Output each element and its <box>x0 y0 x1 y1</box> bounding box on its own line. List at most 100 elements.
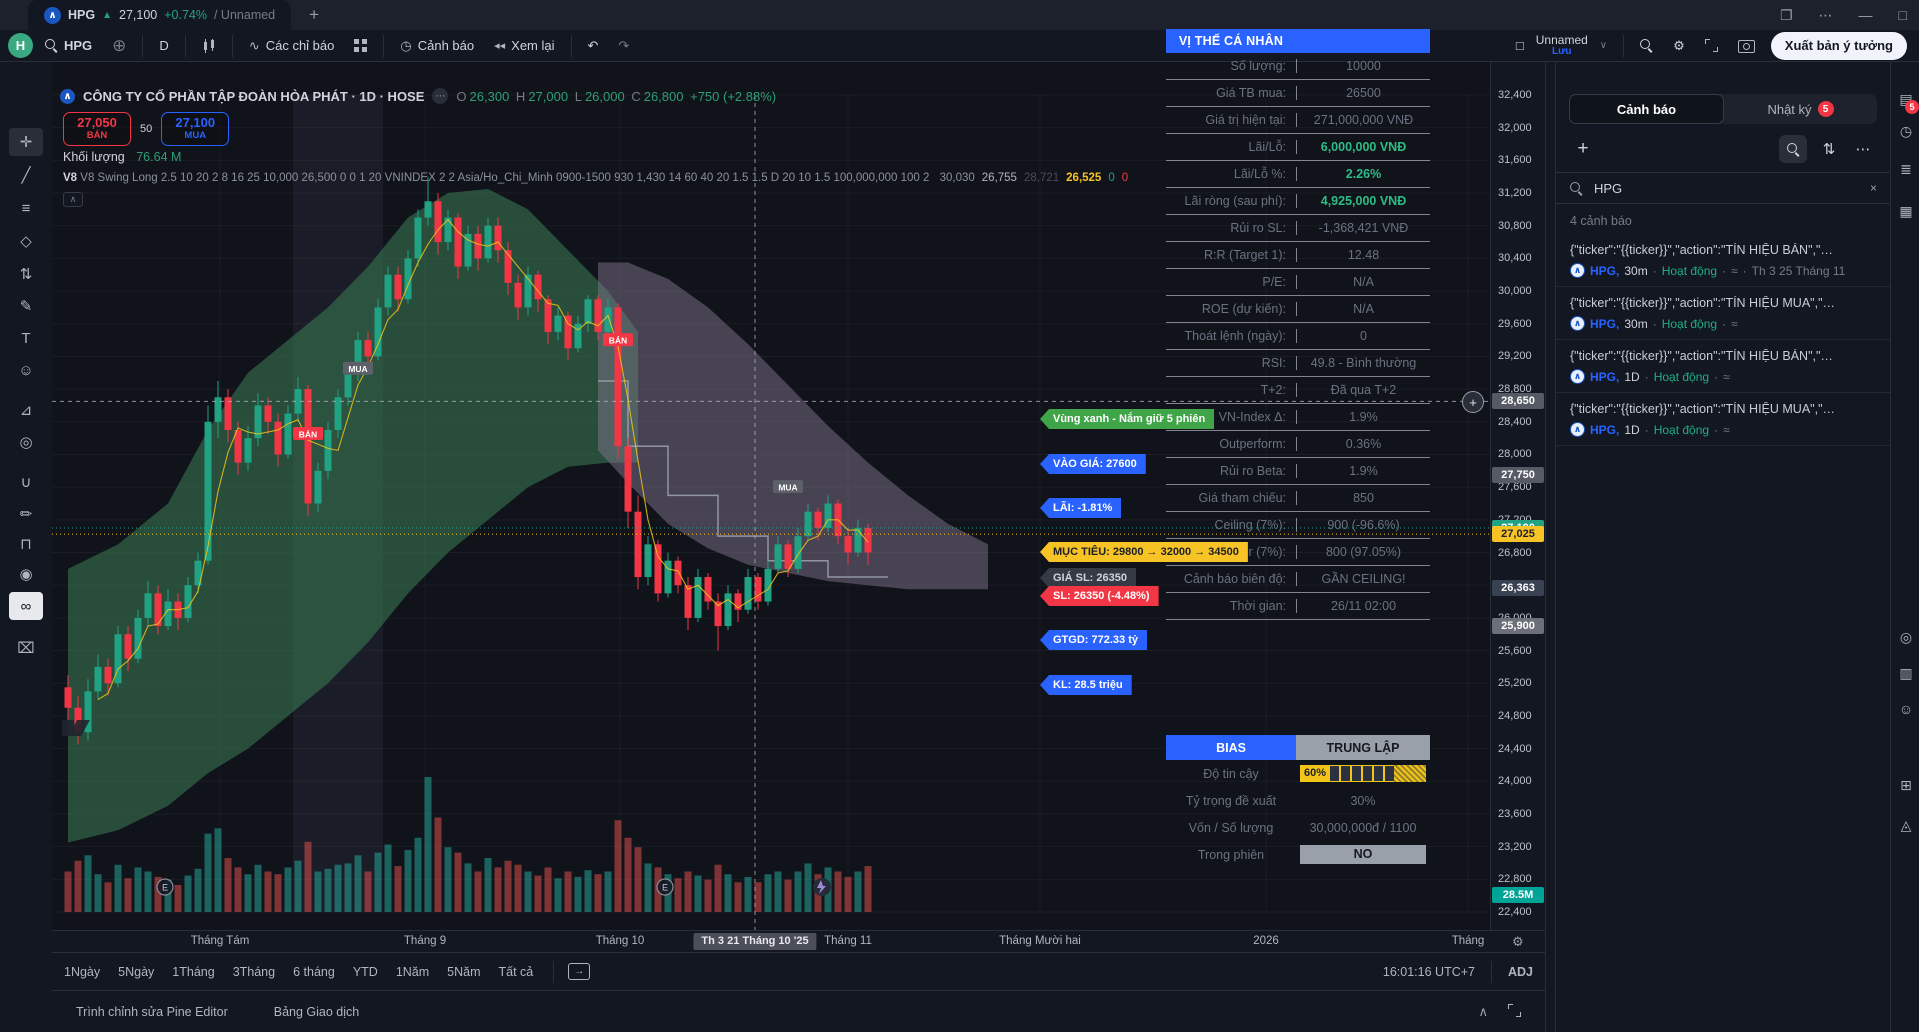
hotlists-icon[interactable]: ▦ <box>1895 200 1917 222</box>
signal-flag[interactable]: KL: 28.5 triệu <box>1040 675 1132 695</box>
fib-retracement-tool-icon[interactable]: ≡ <box>9 194 43 222</box>
pattern-tool-icon[interactable]: ◇ <box>9 227 43 255</box>
signal-flag[interactable]: Vùng xanh - Nắm giữ 5 phiên <box>1040 409 1214 429</box>
volume-legend[interactable]: Khối lượng 76.64 M <box>63 150 181 164</box>
magnet-tool-icon[interactable]: ∪ <box>9 468 43 496</box>
buy-button[interactable]: 27,100MUA <box>161 112 229 146</box>
object-tree-icon[interactable]: ◎ <box>1895 626 1917 648</box>
hide-tool-icon[interactable]: ◉ <box>9 560 43 588</box>
chart-style-button[interactable] <box>194 33 224 59</box>
timeframe-ytd[interactable]: YTD <box>353 965 378 979</box>
symbol-search-button[interactable]: HPG <box>37 33 100 59</box>
price-axis[interactable]: 32,40032,00031,60031,20030,80030,40030,0… <box>1490 62 1546 930</box>
axis-settings-gear-icon[interactable]: ⚙ <box>1512 934 1524 950</box>
alert-item[interactable]: {"ticker":"{{ticker}}","action":"TÍN HIỆ… <box>1556 234 1891 287</box>
main-toolbar: H HPG ⊕ D ∿ Các chỉ báo ◷ Cảnh báo ◂◂ Xe… <box>0 30 1919 62</box>
ideas-icon[interactable]: ☺ <box>1895 698 1917 720</box>
timeframe-tấtcả[interactable]: Tất cả <box>499 965 534 979</box>
timeframe-3tháng[interactable]: 3Tháng <box>233 965 275 979</box>
trend-line-tool-icon[interactable]: ╱ <box>9 161 43 189</box>
indicator-templates-button[interactable] <box>346 33 375 59</box>
signal-flag[interactable]: MỤC TIÊU: 29800 → 32000 → 34500 <box>1040 542 1248 562</box>
timeframe-1tháng[interactable]: 1Tháng <box>172 965 214 979</box>
signal-flag[interactable]: GIÁ SL: 26350 <box>1040 568 1136 588</box>
lock-tool-icon[interactable]: ⊓ <box>9 530 43 558</box>
expand-panel-icon[interactable] <box>1508 1004 1521 1020</box>
settings-gear-icon[interactable]: ⚙ <box>1665 33 1693 59</box>
sort-alerts-icon[interactable]: ⇅ <box>1815 135 1843 163</box>
apps-grid-icon[interactable]: ⊞ <box>1895 774 1917 796</box>
legend-more-icon[interactable]: ⋯ <box>432 88 448 104</box>
signal-flag[interactable]: SL: 26350 (-4.48%) <box>1040 586 1159 606</box>
add-alert-plus-button[interactable]: + <box>1462 391 1484 413</box>
timeframe-1ngày[interactable]: 1Ngày <box>64 965 100 979</box>
layout-name-menu[interactable]: Unnamed Lưu <box>1536 34 1588 58</box>
save-layout-link[interactable]: Lưu <box>1552 46 1571 58</box>
trash-tool-icon[interactable]: ⌧ <box>9 634 43 662</box>
undo-button[interactable]: ↶ <box>580 33 607 59</box>
overflow-menu-icon[interactable]: ⋯ <box>1819 7 1833 24</box>
data-window-icon[interactable]: ≣ <box>1895 158 1917 180</box>
avatar[interactable]: H <box>8 33 33 58</box>
alerts-list: {"ticker":"{{ticker}}","action":"TÍN HIỆ… <box>1556 234 1891 446</box>
go-to-date-icon[interactable]: → <box>568 963 590 980</box>
alerts-panel-icon[interactable]: ◷ <box>1895 120 1917 142</box>
fullscreen-icon[interactable] <box>1697 33 1726 59</box>
timeframe-6tháng[interactable]: 6 tháng <box>293 965 335 979</box>
alert-item[interactable]: {"ticker":"{{ticker}}","action":"TÍN HIỆ… <box>1556 340 1891 393</box>
new-tab-button[interactable]: + <box>309 5 319 25</box>
publish-idea-button[interactable]: Xuất bản ý tưởng <box>1771 32 1907 60</box>
signal-flag[interactable]: GTGD: 772.33 tỷ <box>1040 630 1147 650</box>
position-table-header: VỊ THẾ CÁ NHÂN <box>1166 29 1430 53</box>
chevron-down-icon[interactable]: ∨ <box>1592 33 1615 59</box>
maximize-icon[interactable]: □ <box>1899 7 1907 23</box>
signal-flag[interactable]: LÃI: -1.81% <box>1040 498 1121 518</box>
zoom-tool-icon[interactable]: ◎ <box>9 428 43 456</box>
sell-button[interactable]: 27,050BÁN <box>63 112 131 146</box>
alert-button[interactable]: ◷ Cảnh báo <box>392 33 482 59</box>
brush-tool-icon[interactable]: ✎ <box>9 292 43 320</box>
forecast-tool-icon[interactable]: ⇅ <box>9 260 43 288</box>
alert-item[interactable]: {"ticker":"{{ticker}}","action":"TÍN HIỆ… <box>1556 393 1891 446</box>
search-alerts-button[interactable] <box>1779 135 1807 163</box>
trading-panel-tab[interactable]: Bảng Giao dịch <box>274 1005 359 1019</box>
tab-alerts[interactable]: Cảnh báo <box>1569 94 1724 124</box>
indicator-legend[interactable]: V8 V8 Swing Long 2.5 10 20 2 8 16 25 10,… <box>63 172 1128 184</box>
popout-window-icon[interactable]: ❐ <box>1780 7 1793 24</box>
time-axis[interactable]: Th 3 21 Tháng 10 '25 ⚙ Tháng TámTháng 9T… <box>52 930 1545 953</box>
alerts-search-input[interactable] <box>1592 180 1861 197</box>
adj-toggle[interactable]: ADJ <box>1508 965 1533 979</box>
indicators-button[interactable]: ∿ Các chỉ báo <box>241 33 343 59</box>
measure-tool-icon[interactable]: ⊿ <box>9 396 43 424</box>
timeframe-5năm[interactable]: 5Năm <box>447 965 480 979</box>
alert-item[interactable]: {"ticker":"{{ticker}}","action":"TÍN HIỆ… <box>1556 287 1891 340</box>
clock[interactable]: 16:01:16 UTC+7 <box>1383 965 1475 979</box>
browser-tab[interactable]: ∧ HPG ▲ 27,100 +0.74% / Unnamed <box>28 0 291 30</box>
quick-search-icon[interactable] <box>1632 33 1661 59</box>
notifications-icon[interactable]: ◬ <box>1895 814 1917 836</box>
interval-button[interactable]: D <box>151 33 176 59</box>
add-symbol-button[interactable]: ⊕ <box>104 33 134 59</box>
signal-flag[interactable]: VÀO GIÁ: 27600 <box>1040 454 1146 474</box>
text-tool-icon[interactable]: T <box>9 324 43 352</box>
pine-editor-tab[interactable]: Trình chỉnh sửa Pine Editor <box>76 1005 228 1019</box>
create-alert-button[interactable]: + <box>1569 135 1597 163</box>
tab-log[interactable]: Nhật ký 5 <box>1724 94 1877 124</box>
alerts-more-icon[interactable]: ⋯ <box>1849 135 1877 163</box>
timeframe-1năm[interactable]: 1Năm <box>396 965 429 979</box>
snapshot-camera-icon[interactable] <box>1730 33 1763 59</box>
layout-select-icon[interactable]: □ <box>1508 33 1532 59</box>
legend-collapse-button[interactable]: ∧ <box>63 192 83 207</box>
emoji-tool-icon[interactable]: ☺ <box>9 356 43 384</box>
edit-tool-icon[interactable]: ✏ <box>9 500 43 528</box>
timeframe-5ngày[interactable]: 5Ngày <box>118 965 154 979</box>
minimize-icon[interactable]: — <box>1859 7 1873 23</box>
link-tool-icon[interactable]: ∞ <box>9 592 43 620</box>
symbol-title[interactable]: CÔNG TY CỔ PHẦN TẬP ĐOÀN HÒA PHÁT · 1D ·… <box>83 89 424 104</box>
calendar-icon[interactable]: ▥ <box>1895 662 1917 684</box>
collapse-panel-icon[interactable]: ∧ <box>1478 1004 1488 1020</box>
crosshair-tool-icon[interactable]: ✛ <box>9 128 43 156</box>
clear-search-icon[interactable]: × <box>1870 181 1877 195</box>
redo-button[interactable]: ↷ <box>610 33 637 59</box>
replay-button[interactable]: ◂◂ Xem lại <box>486 33 562 59</box>
